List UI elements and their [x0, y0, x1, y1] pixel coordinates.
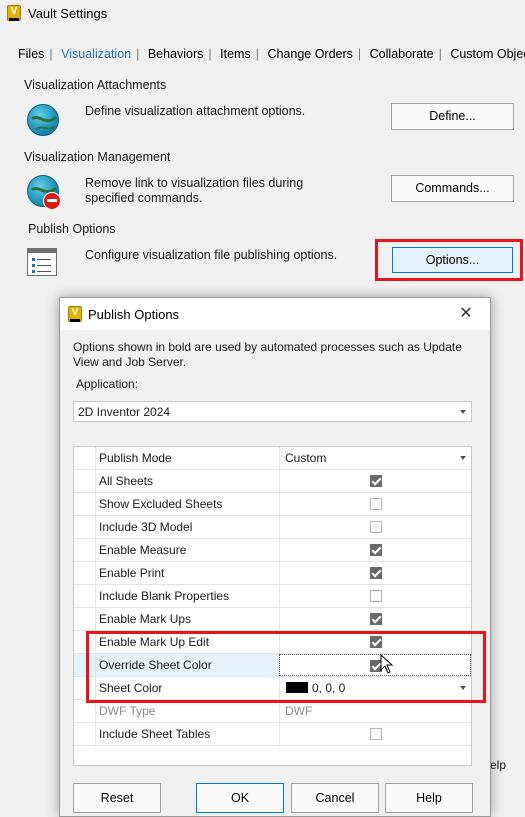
chevron-down-icon [460, 456, 466, 460]
application-select-value: 2D Inventor 2024 [78, 405, 171, 419]
background-help-text: elp [490, 758, 507, 772]
grid-row-dwf-type[interactable]: DWF Type DWF [74, 700, 471, 723]
commands-button[interactable]: Commands... [391, 175, 514, 202]
include-sheet-tables-checkbox[interactable] [370, 728, 382, 740]
row-label: Enable Print [99, 566, 165, 580]
row-label: Enable Mark Ups [99, 612, 192, 626]
include-blank-properties-checkbox[interactable] [370, 590, 382, 602]
tab-custom-objects[interactable]: Custom Objects [450, 47, 525, 61]
all-sheets-checkbox[interactable] [370, 475, 382, 487]
application-label: Application: [76, 377, 139, 391]
row-label: Show Excluded Sheets [99, 497, 223, 511]
row-label: Enable Measure [99, 543, 187, 557]
window-title: Vault Settings [28, 6, 108, 21]
grid-row-show-excluded-sheets[interactable]: Show Excluded Sheets [74, 493, 471, 516]
settings-tabs: Files | Visualization | Behaviors | Items | … [18, 47, 525, 61]
publish-description: Configure visualization file publishing … [85, 248, 338, 262]
publish-options-dialog: V Publish Options ✕ Options shown in bol… [59, 297, 491, 817]
attachments-description: Define visualization attachment options. [85, 104, 306, 118]
grid-row-all-sheets[interactable]: All Sheets [74, 470, 471, 493]
tab-behaviors[interactable]: Behaviors [148, 47, 204, 61]
tab-visualization[interactable]: Visualization [61, 47, 131, 61]
grid-row-include-3d-model[interactable]: Include 3D Model [74, 516, 471, 539]
row-label: Include 3D Model [99, 520, 193, 534]
tab-collaborate[interactable]: Collaborate [370, 47, 434, 61]
ok-button[interactable]: OK [196, 783, 284, 813]
tab-files[interactable]: Files [18, 47, 44, 61]
title-bar: V Vault Settings [0, 0, 525, 28]
dwf-type-value: DWF [285, 704, 313, 718]
tab-items[interactable]: Items [220, 47, 251, 61]
row-label: All Sheets [99, 474, 154, 488]
sheet-color-highlight-box [86, 631, 486, 703]
include-3d-model-checkbox[interactable] [370, 521, 382, 533]
grid-row-include-blank-properties[interactable]: Include Blank Properties [74, 585, 471, 608]
row-label: Include Sheet Tables [99, 727, 211, 741]
dialog-title-bar: V Publish Options ✕ [60, 298, 490, 330]
reset-button[interactable]: Reset [73, 783, 161, 813]
cancel-button[interactable]: Cancel [291, 783, 379, 813]
application-select[interactable]: 2D Inventor 2024 [73, 401, 472, 422]
grid-row-enable-mark-ups[interactable]: Enable Mark Ups [74, 608, 471, 631]
grid-row-enable-measure[interactable]: Enable Measure [74, 539, 471, 562]
globe-icon [27, 104, 59, 136]
vault-app-icon: V [7, 5, 21, 21]
row-label: Publish Mode [99, 451, 172, 465]
options-highlight-box [375, 239, 523, 281]
publish-mode-value: Custom [285, 451, 327, 465]
close-icon[interactable]: ✕ [456, 304, 476, 324]
grid-row-enable-print[interactable]: Enable Print [74, 562, 471, 585]
grid-row-include-sheet-tables[interactable]: Include Sheet Tables [74, 723, 471, 746]
grid-row-publish-mode[interactable]: Publish Mode Custom [74, 447, 471, 470]
dialog-info-text: Options shown in bold are used by automa… [73, 340, 462, 369]
row-label: DWF Type [99, 704, 156, 718]
options-grid: Publish Mode Custom All Sheets Show Excl… [73, 446, 472, 766]
row-label: Include Blank Properties [99, 589, 230, 603]
publish-mode-dropdown[interactable]: Custom [279, 447, 471, 469]
attachments-section-title: Visualization Attachments [24, 78, 167, 92]
enable-measure-checkbox[interactable] [370, 544, 382, 556]
publish-section-title: Publish Options [28, 222, 116, 236]
define-button[interactable]: Define... [391, 103, 514, 130]
help-button[interactable]: Help [385, 783, 473, 813]
tab-change-orders[interactable]: Change Orders [267, 47, 352, 61]
chevron-down-icon [460, 410, 466, 414]
remove-badge-icon [43, 192, 61, 210]
show-excluded-sheets-checkbox[interactable] [370, 498, 382, 510]
enable-print-checkbox[interactable] [370, 567, 382, 579]
enable-mark-ups-checkbox[interactable] [370, 613, 382, 625]
dialog-title: Publish Options [88, 307, 180, 322]
management-section-title: Visualization Management [24, 150, 171, 164]
list-document-icon [27, 248, 57, 276]
management-description: Remove link to visualization files durin… [85, 176, 304, 205]
vault-app-icon: V [68, 306, 82, 322]
